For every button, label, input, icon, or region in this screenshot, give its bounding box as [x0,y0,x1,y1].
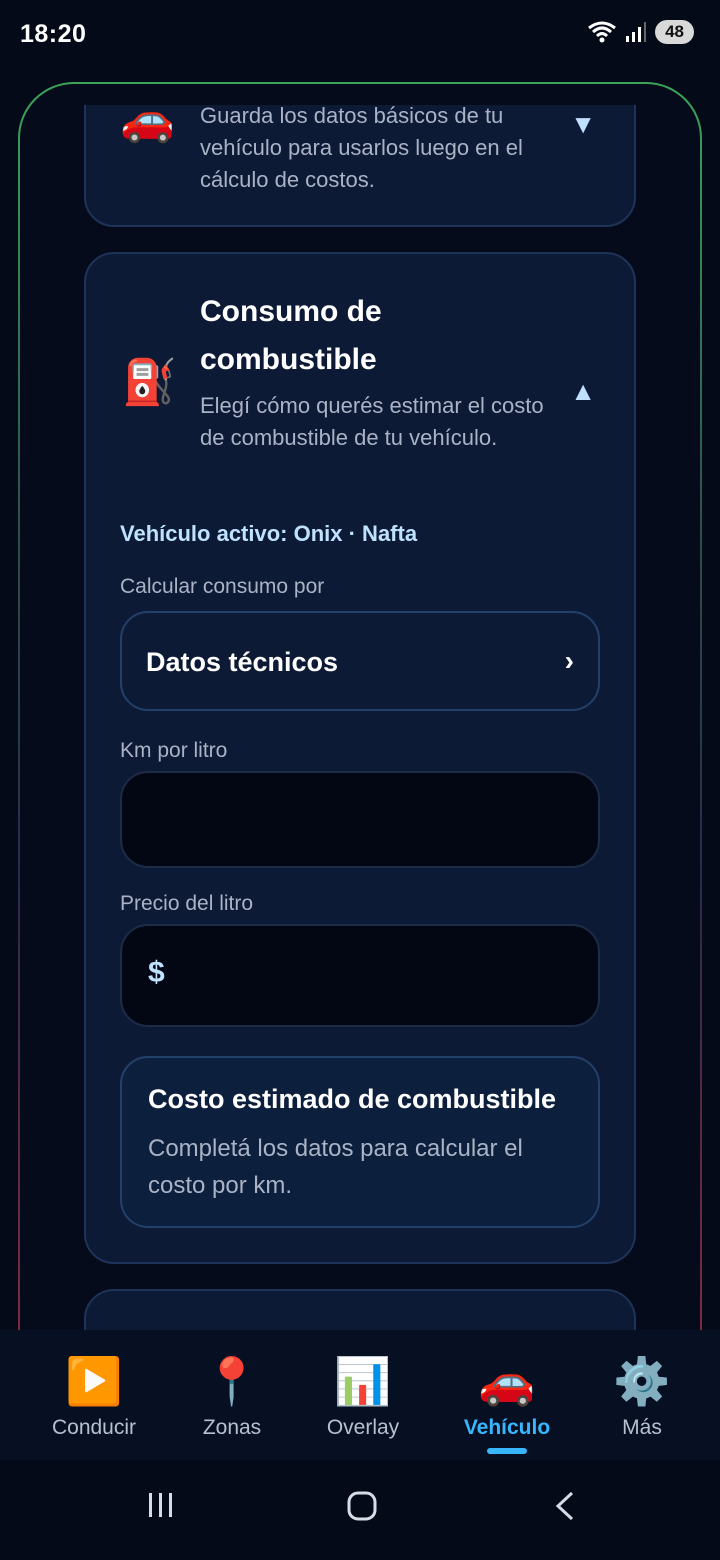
collapse-caret-icon[interactable]: ▲ [570,376,596,407]
nav-item-vehiculo[interactable]: 🚗 Vehículo [437,1330,577,1454]
fuel-card-title: Consumo de combustible [200,295,382,376]
nav-label: Zonas [202,1416,262,1439]
fuel-pump-icon: ⛽ [122,358,177,407]
estimate-title: Costo estimado de combustible [148,1084,557,1114]
fuel-consumption-card: ⛽ Consumo de combustible Elegí cómo quer… [84,252,636,1264]
vehicle-card-description: Guarda los datos básicos de tu vehículo … [200,105,523,192]
gear-icon: ⚙️ [613,1355,671,1407]
active-tab-indicator [487,1448,527,1454]
back-icon[interactable] [552,1490,576,1522]
wifi-icon [588,21,616,43]
car-icon: 🚗 [478,1355,536,1407]
play-icon: ▶️ [65,1355,123,1407]
nav-item-mas[interactable]: ⚙️ Más [572,1330,712,1440]
nav-label: Más [622,1416,662,1439]
nav-item-conducir[interactable]: ▶️ Conducir [24,1330,164,1440]
fuel-card-description: Elegí cómo querés estimar el costo de co… [200,393,544,450]
nav-item-overlay[interactable]: 📊 Overlay [293,1330,433,1440]
liter-price-input[interactable]: $ [120,924,600,1027]
expand-caret-icon[interactable]: ▼ [570,109,596,140]
scroll-area[interactable]: 🚗 Guarda los datos básicos de tu vehícul… [0,105,720,1330]
km-per-liter-label: Km por litro [120,739,228,762]
status-time: 18:20 [20,20,87,48]
next-card[interactable] [84,1289,636,1330]
chevron-right-icon: › [564,645,574,676]
nav-label: Vehículo [463,1416,551,1439]
battery-indicator: 48 [655,20,694,44]
calc-method-value: Datos técnicos [146,647,339,677]
recent-apps-icon[interactable] [146,1490,176,1520]
status-bar: 18:20 48 [0,0,720,70]
home-icon[interactable] [346,1490,378,1522]
nav-label: Conducir [51,1416,137,1439]
nav-label: Overlay [326,1416,400,1439]
estimate-text: Completá los datos para calcular el cost… [148,1135,523,1199]
bar-chart-icon: 📊 [334,1355,392,1407]
status-icons: 48 [587,20,694,44]
car-icon: 🚗 [120,105,175,144]
calc-method-select[interactable]: Datos técnicos › [120,611,600,711]
calc-method-label: Calcular consumo por [120,575,325,598]
km-per-liter-input[interactable] [120,771,600,868]
signal-icon [626,22,647,42]
bottom-nav: ▶️ Conducir 📍 Zonas 📊 Overlay 🚗 Vehículo… [0,1330,720,1460]
fuel-estimate-panel: Costo estimado de combustible Completá l… [120,1056,600,1228]
vehicle-data-card[interactable]: 🚗 Guarda los datos básicos de tu vehícul… [84,105,636,227]
active-vehicle-label: Vehículo activo: Onix · Nafta [120,521,418,546]
map-pin-icon: 📍 [203,1355,261,1407]
liter-price-label: Precio del litro [120,892,254,915]
nav-item-zonas[interactable]: 📍 Zonas [162,1330,302,1440]
currency-prefix: $ [148,956,165,989]
system-nav-bar [0,1460,720,1560]
